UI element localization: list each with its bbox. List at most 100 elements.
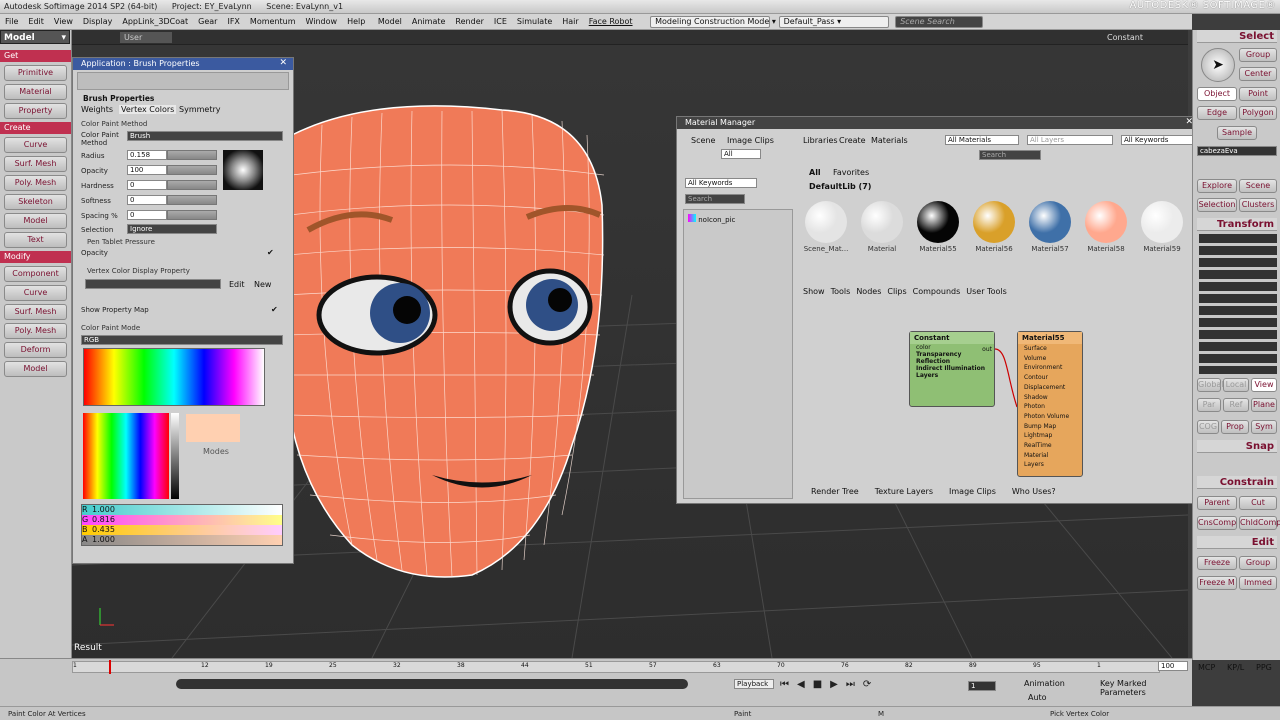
material55-port[interactable]: Displacement (1018, 383, 1082, 393)
tab-texture-layers[interactable]: Texture Layers (875, 487, 933, 496)
construction-mode-select[interactable]: Modeling Construction Mode ▾ (650, 15, 776, 28)
rt-user-tools-menu[interactable]: User Tools (966, 287, 1006, 296)
material55-port[interactable]: Shadow (1018, 393, 1082, 403)
materials-search-input[interactable]: Search (979, 150, 1041, 160)
text-button[interactable]: Text (4, 232, 67, 248)
polygon-button[interactable]: Polygon (1239, 106, 1277, 120)
sym-button[interactable]: Sym (1251, 420, 1277, 434)
create-curve-button[interactable]: Curve (4, 137, 67, 153)
material55-port[interactable]: Material (1018, 451, 1082, 461)
menu-face-robot[interactable]: Face Robot (584, 14, 638, 30)
rt-tools-menu[interactable]: Tools (831, 287, 851, 296)
selection-name-field[interactable]: cabezaEva (1197, 146, 1277, 156)
modes-button[interactable]: Modes (203, 447, 229, 456)
object-button[interactable]: Object (1197, 87, 1237, 101)
menu-animate[interactable]: Animate (407, 14, 451, 30)
color-spectrum[interactable] (83, 413, 169, 499)
modify-curve-button[interactable]: Curve (4, 285, 67, 301)
pass-select[interactable]: Default_Pass ▾ (778, 15, 889, 28)
matmgr-create-menu[interactable]: Create (839, 136, 866, 145)
explore-button[interactable]: Explore (1197, 179, 1237, 193)
toolbar-mode-select[interactable]: Model ▾ (0, 30, 70, 44)
auto-key-button[interactable]: Auto (1028, 693, 1047, 702)
matmgr-libraries-menu[interactable]: Libraries (803, 136, 838, 145)
vcdp-select[interactable] (85, 279, 221, 289)
channel-g[interactable]: G 0.816 (82, 515, 282, 525)
color-palette[interactable] (83, 348, 265, 406)
material55-port[interactable]: Contour (1018, 373, 1082, 383)
create-model-button[interactable]: Model (4, 213, 67, 229)
playhead[interactable] (109, 660, 111, 674)
timeline-end-field[interactable]: 100 (1158, 661, 1188, 671)
radius-slider[interactable] (167, 150, 217, 160)
tab-render-tree[interactable]: Render Tree (811, 487, 859, 496)
animation-menu[interactable]: Animation (1024, 679, 1065, 688)
plane-button[interactable]: Plane (1251, 398, 1277, 412)
menu-window[interactable]: Window (301, 14, 343, 30)
material-swatch[interactable] (805, 201, 847, 243)
tab-matmgr-image-clips[interactable]: Image Clips (949, 487, 996, 496)
show-prop-map-checkbox[interactable]: ✔ (271, 305, 278, 314)
cut-button[interactable]: Cut (1239, 496, 1277, 510)
center-button[interactable]: Center (1239, 67, 1277, 81)
ppg-tab[interactable]: PPG (1256, 663, 1272, 672)
vcdp-new-button[interactable]: New (254, 280, 271, 289)
timeline-scrubber[interactable] (176, 679, 688, 689)
mode-select[interactable]: RGB (81, 335, 283, 345)
material-swatch[interactable] (973, 201, 1015, 243)
current-frame-field[interactable]: 1 (968, 681, 996, 691)
hardness-slider[interactable] (167, 180, 217, 190)
material-swatch[interactable] (1141, 201, 1183, 243)
clips-keywords-select[interactable]: All Keywords (685, 178, 757, 188)
clusters-button[interactable]: Clusters (1239, 198, 1277, 212)
menu-edit[interactable]: Edit (23, 14, 49, 30)
method-select[interactable]: Brush (127, 131, 283, 141)
global-button[interactable]: Global (1197, 378, 1224, 392)
timeline-ruler[interactable]: 1 12 19 25 32 38 44 51 57 63 70 76 82 89 95 1 (72, 660, 1160, 674)
mcp-tab[interactable]: MCP (1198, 663, 1215, 672)
stop-icon[interactable]: ■ (813, 679, 830, 690)
tab-vertex-colors[interactable]: Vertex Colors (119, 105, 177, 114)
menu-applink[interactable]: AppLink_3DCoat (117, 14, 193, 30)
par-button[interactable]: Par (1197, 398, 1221, 412)
material55-port[interactable]: Photon Volume (1018, 412, 1082, 422)
ref-button[interactable]: Ref (1223, 398, 1249, 412)
tab-symmetry[interactable]: Symmetry (179, 105, 220, 114)
spacing-slider[interactable] (167, 210, 217, 220)
menu-ifx[interactable]: IFX (222, 14, 244, 30)
selection-button[interactable]: Selection (1197, 198, 1237, 212)
menu-ice[interactable]: ICE (489, 14, 512, 30)
menu-momentum[interactable]: Momentum (245, 14, 301, 30)
material-swatch[interactable] (917, 201, 959, 243)
modify-model-button[interactable]: Model (4, 361, 67, 377)
view-button[interactable]: View (1251, 378, 1277, 392)
clips-search-input[interactable]: Search (685, 194, 745, 204)
lib-tab-all[interactable]: All (809, 168, 821, 177)
loop-icon[interactable]: ⟳ (863, 679, 879, 690)
select-arrow-icon[interactable]: ➤ (1201, 48, 1235, 82)
material-filter-select[interactable]: All Materials (945, 135, 1019, 145)
material-swatch[interactable] (861, 201, 903, 243)
material-button[interactable]: Material (4, 84, 67, 100)
menu-view[interactable]: View (49, 14, 78, 30)
material55-port[interactable]: RealTime (1018, 441, 1082, 451)
rt-compounds-menu[interactable]: Compounds (913, 287, 961, 296)
deform-button[interactable]: Deform (4, 342, 67, 358)
create-surf-mesh-button[interactable]: Surf. Mesh (4, 156, 67, 172)
material55-port[interactable]: Environment (1018, 363, 1082, 373)
opacity-field[interactable]: 100 (127, 165, 167, 175)
matmgr-materials-menu[interactable]: Materials (871, 136, 908, 145)
material55-node[interactable]: Material55 Surface Volume Environment Conto… (1017, 331, 1083, 477)
prev-frame-icon[interactable]: ◀ (797, 679, 813, 690)
material55-port[interactable]: Layers (1018, 460, 1082, 470)
opacity-slider[interactable] (167, 165, 217, 175)
color-value-bar[interactable] (171, 413, 179, 499)
prop-button[interactable]: Prop (1221, 420, 1249, 434)
material-swatch[interactable] (1029, 201, 1071, 243)
immed-button[interactable]: Immed (1239, 576, 1277, 590)
material55-port[interactable]: Lightmap (1018, 431, 1082, 441)
scene-search-input[interactable]: Scene Search (895, 15, 984, 28)
camera-menu[interactable]: User (120, 32, 173, 43)
primitive-button[interactable]: Primitive (4, 65, 67, 81)
constant-node[interactable]: Constant color Transparency Reflection I… (909, 331, 995, 407)
